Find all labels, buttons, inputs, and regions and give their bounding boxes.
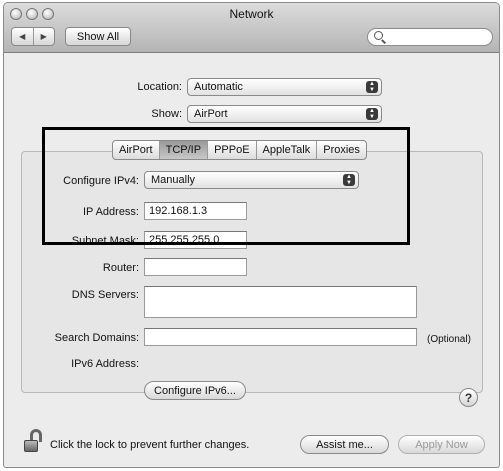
tab-pppoe[interactable]: PPPoE (208, 141, 257, 159)
tab-proxies[interactable]: Proxies (317, 141, 366, 159)
tab-airport[interactable]: AirPort (113, 141, 160, 159)
subnet-mask-field[interactable]: 255.255.255.0 (144, 231, 247, 249)
ip-address-label: IP Address: (82, 206, 139, 218)
question-mark-icon: ? (464, 390, 473, 405)
configure-ipv4-label: Configure IPv4: (63, 175, 139, 187)
configure-ipv4-popup[interactable]: Manually ▲ ▼ (144, 171, 359, 189)
tab-tcpip[interactable]: TCP/IP (159, 141, 209, 159)
location-label: Location: (137, 81, 182, 93)
ip-address-field[interactable]: 192.168.1.3 (144, 202, 247, 220)
back-arrow-icon[interactable]: ◀ (12, 28, 34, 45)
search-input[interactable] (367, 28, 493, 46)
optional-hint: (Optional) (427, 334, 471, 345)
show-all-button[interactable]: Show All (65, 27, 131, 46)
lock-text: Click the lock to prevent further change… (50, 439, 250, 451)
show-popup[interactable]: AirPort ▲ ▼ (187, 105, 382, 123)
subnet-mask-label: Subnet Mask: (71, 235, 139, 247)
configure-ipv4-value: Manually (151, 174, 196, 186)
location-popup[interactable]: Automatic ▲ ▼ (187, 78, 382, 96)
window-title: Network (229, 7, 274, 21)
tab-bar: AirPort TCP/IP PPPoE AppleTalk Proxies (112, 140, 367, 160)
dns-servers-field[interactable] (144, 286, 417, 318)
show-value: AirPort (194, 108, 228, 120)
popup-arrows-icon: ▲ ▼ (343, 174, 355, 186)
forward-arrow-icon[interactable]: ▶ (34, 28, 55, 45)
show-label: Show: (151, 108, 182, 120)
location-value: Automatic (194, 81, 243, 93)
network-window: Network ◀ ▶ Show All Location: Automatic… (3, 2, 500, 468)
apply-now-button[interactable]: Apply Now (398, 435, 485, 454)
router-label: Router: (102, 262, 139, 274)
title-bar: Network ◀ ▶ Show All (4, 3, 499, 53)
help-button[interactable]: ? (459, 388, 478, 407)
lock-icon[interactable] (24, 429, 46, 453)
search-icon (374, 31, 383, 40)
popup-arrows-icon: ▲ ▼ (366, 81, 378, 93)
search-domains-label: Search Domains: (54, 332, 139, 344)
assist-me-button[interactable]: Assist me... (300, 435, 389, 454)
ipv6-address-label: IPv6 Address: (71, 358, 139, 370)
popup-arrows-icon: ▲ ▼ (366, 108, 378, 120)
configure-ipv6-button[interactable]: Configure IPv6... (144, 381, 246, 400)
tab-appletalk[interactable]: AppleTalk (257, 141, 318, 159)
router-field[interactable] (144, 258, 247, 276)
back-forward-control: ◀ ▶ (11, 27, 55, 46)
search-domains-field[interactable] (144, 328, 417, 346)
dns-servers-label: DNS Servers: (71, 289, 139, 301)
